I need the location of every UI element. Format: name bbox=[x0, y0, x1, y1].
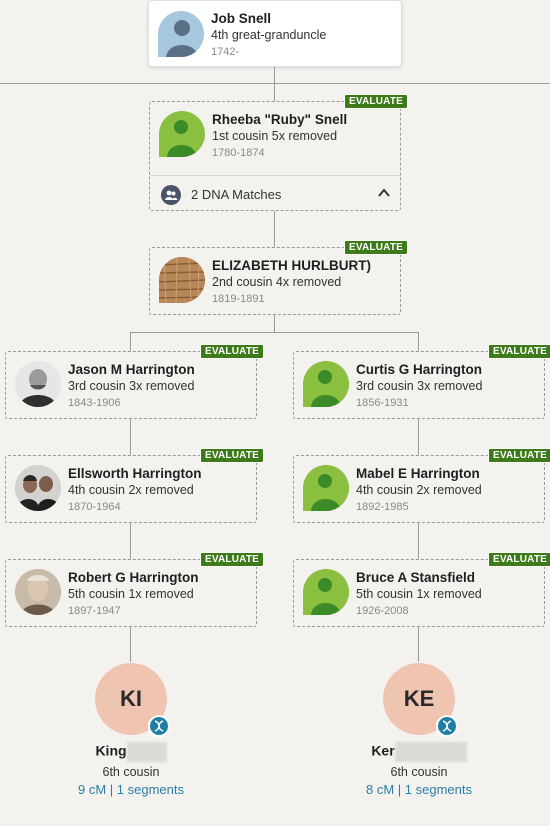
leaf-avatar-icon bbox=[159, 111, 205, 157]
life-years: 1856-1931 bbox=[356, 397, 409, 409]
evaluate-badge[interactable]: EVALUATE bbox=[199, 552, 264, 567]
relationship: 4th cousin 2x removed bbox=[68, 483, 194, 497]
relative-card[interactable]: EVALUATE Ellsworth Harrington 4th cousin… bbox=[5, 448, 264, 523]
evaluate-badge[interactable]: EVALUATE bbox=[487, 552, 550, 567]
connector-line bbox=[130, 626, 131, 662]
person-name: Ellsworth Harrington bbox=[68, 466, 202, 481]
evaluate-badge[interactable]: EVALUATE bbox=[343, 94, 408, 109]
match-relationship: 6th cousin bbox=[390, 765, 448, 779]
connector-line bbox=[130, 332, 131, 351]
person-photo bbox=[15, 465, 61, 511]
evaluate-badge[interactable]: EVALUATE bbox=[199, 344, 264, 359]
relationship: 4th cousin 2x removed bbox=[356, 483, 482, 497]
connector-line bbox=[418, 626, 419, 662]
person-name: Curtis G Harrington bbox=[356, 362, 483, 377]
match-name[interactable]: King bbox=[40, 742, 222, 762]
match-name[interactable]: Ker bbox=[328, 742, 510, 762]
relationship: 3rd cousin 3x removed bbox=[68, 379, 195, 393]
relative-card[interactable]: EVALUATE Bruce A Stansfield 5th cousin 1… bbox=[293, 552, 550, 627]
leaf-avatar-icon bbox=[303, 361, 349, 407]
person-photo bbox=[15, 361, 61, 407]
person-name: Robert G Harrington bbox=[68, 570, 199, 585]
redacted-name bbox=[126, 742, 167, 762]
shared-dna-link[interactable]: 9 cM | 1 segments bbox=[40, 782, 222, 797]
redacted-name bbox=[394, 742, 467, 762]
life-years: 1926-2008 bbox=[356, 605, 409, 617]
people-icon bbox=[161, 185, 181, 205]
person-name: Jason M Harrington bbox=[68, 362, 195, 377]
leaf-avatar-icon bbox=[303, 465, 349, 511]
life-years: 1819-1891 bbox=[212, 293, 265, 305]
chevron-up-icon[interactable] bbox=[377, 186, 391, 200]
match-relationship: 6th cousin bbox=[102, 765, 160, 779]
dna-matches-label: 2 DNA Matches bbox=[191, 187, 282, 202]
shared-dna-link[interactable]: 8 cM | 1 segments bbox=[328, 782, 510, 797]
life-years: 1897-1947 bbox=[68, 605, 121, 617]
life-years: 1870-1964 bbox=[68, 501, 121, 513]
relationship: 5th cousin 1x removed bbox=[356, 587, 482, 601]
person-name: Bruce A Stansfield bbox=[356, 570, 476, 585]
connector-line bbox=[274, 66, 275, 102]
person-name: ELIZABETH HURLBURT) bbox=[212, 258, 371, 273]
evaluate-badge[interactable]: EVALUATE bbox=[487, 344, 550, 359]
dna-icon bbox=[436, 715, 458, 737]
relationship: 1st cousin 5x removed bbox=[212, 129, 338, 143]
connector-line bbox=[130, 418, 131, 456]
evaluate-badge[interactable]: EVALUATE bbox=[343, 240, 408, 255]
dna-icon bbox=[148, 715, 170, 737]
connector-line bbox=[274, 210, 275, 248]
person-name: Job Snell bbox=[211, 11, 272, 26]
evaluate-badge[interactable]: EVALUATE bbox=[487, 448, 550, 463]
document-photo bbox=[159, 257, 205, 303]
evaluate-badge[interactable]: EVALUATE bbox=[199, 448, 264, 463]
person-name: Rheeba "Ruby" Snell bbox=[212, 112, 348, 127]
life-years: 1843-1906 bbox=[68, 397, 121, 409]
connector-line bbox=[130, 522, 131, 560]
life-years: 1742- bbox=[211, 46, 240, 58]
relationship: 5th cousin 1x removed bbox=[68, 587, 194, 601]
person-silhouette-icon bbox=[158, 11, 204, 57]
relative-card[interactable]: EVALUATE Curtis G Harrington 3rd cousin … bbox=[293, 344, 550, 419]
connector-line bbox=[130, 332, 419, 333]
person-photo bbox=[15, 569, 61, 615]
relative-card[interactable]: EVALUATE ELIZABETH HURLBURT) 2nd cousin … bbox=[149, 240, 408, 315]
life-years: 1780-1874 bbox=[212, 147, 265, 159]
relationship: 4th great-granduncle bbox=[211, 28, 327, 42]
connector-line bbox=[418, 418, 419, 456]
life-years: 1892-1985 bbox=[356, 501, 409, 513]
relative-card[interactable]: EVALUATE Mabel E Harrington 4th cousin 2… bbox=[293, 448, 550, 523]
ancestor-card[interactable]: Job Snell 4th great-granduncle 1742- bbox=[148, 0, 402, 67]
relationship: 3rd cousin 3x removed bbox=[356, 379, 483, 393]
divider-line bbox=[0, 83, 550, 84]
relationship: 2nd cousin 4x removed bbox=[212, 275, 342, 289]
connector-line bbox=[418, 332, 419, 351]
dna-matches-toggle[interactable]: 2 DNA Matches bbox=[150, 175, 400, 210]
connector-line bbox=[274, 314, 275, 333]
person-name: Mabel E Harrington bbox=[356, 466, 480, 481]
relative-card[interactable]: EVALUATE Rheeba "Ruby" Snell 1st cousin … bbox=[149, 94, 408, 211]
leaf-avatar-icon bbox=[303, 569, 349, 615]
relative-card[interactable]: EVALUATE Jason M Harrington 3rd cousin 3… bbox=[5, 344, 264, 419]
relative-card[interactable]: EVALUATE Robert G Harrington 5th cousin … bbox=[5, 552, 264, 627]
connector-line bbox=[418, 522, 419, 560]
